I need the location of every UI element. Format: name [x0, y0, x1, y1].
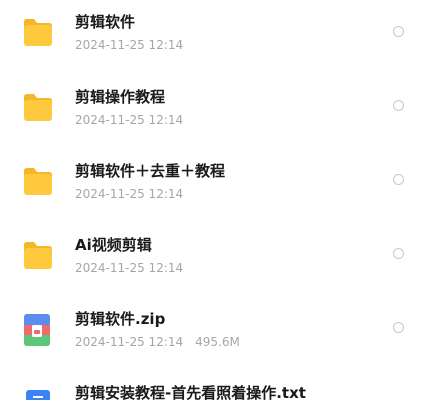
select-radio[interactable] [393, 322, 404, 333]
file-name: 剪辑软件.zip [75, 310, 166, 328]
file-date: 2024-11-25 12:14 [75, 38, 184, 52]
file-meta: 2024-11-25 12:14 [75, 187, 183, 201]
file-name: 剪辑软件＋去重＋教程 [75, 162, 226, 180]
file-name: 剪辑软件 [75, 13, 136, 31]
file-name: 剪辑操作教程 [75, 88, 166, 106]
folder-icon [22, 166, 54, 196]
file-date: 2024-11-25 12:14 [75, 335, 184, 349]
file-meta: 2024-11-25 12:14 [75, 261, 183, 275]
file-list: 剪辑软件 2024-11-25 12:14 剪辑操作教程 2024-11-25 … [0, 0, 423, 402]
select-radio[interactable] [393, 100, 404, 111]
select-radio[interactable] [393, 248, 404, 259]
folder-icon [22, 92, 54, 122]
list-item[interactable]: 剪辑软件.zip 2024-11-25 12:14 495.6M [0, 296, 423, 370]
text-file-icon [26, 390, 50, 400]
file-date: 2024-11-25 12:14 [75, 113, 184, 127]
list-item[interactable]: Ai视频剪辑 2024-11-25 12:14 [0, 222, 423, 296]
file-meta: 2024-11-25 12:14 [75, 38, 183, 52]
file-meta: 2024-11-25 12:14 495.6M [75, 335, 240, 349]
file-name: Ai视频剪辑 [75, 236, 152, 254]
folder-icon [22, 17, 54, 47]
folder-icon [22, 240, 54, 270]
file-size: 495.6M [195, 335, 240, 349]
list-item[interactable]: 剪辑安装教程-首先看照着操作.txt [0, 370, 423, 402]
file-meta: 2024-11-25 12:14 [75, 113, 183, 127]
file-date: 2024-11-25 12:14 [75, 261, 184, 275]
list-item[interactable]: 剪辑软件＋去重＋教程 2024-11-25 12:14 [0, 148, 423, 222]
zip-archive-icon [24, 314, 50, 346]
list-item[interactable]: 剪辑操作教程 2024-11-25 12:14 [0, 74, 423, 148]
select-radio[interactable] [393, 26, 404, 37]
file-date: 2024-11-25 12:14 [75, 187, 184, 201]
file-name: 剪辑安装教程-首先看照着操作.txt [75, 384, 306, 402]
select-radio[interactable] [393, 174, 404, 185]
list-item[interactable]: 剪辑软件 2024-11-25 12:14 [0, 0, 423, 74]
